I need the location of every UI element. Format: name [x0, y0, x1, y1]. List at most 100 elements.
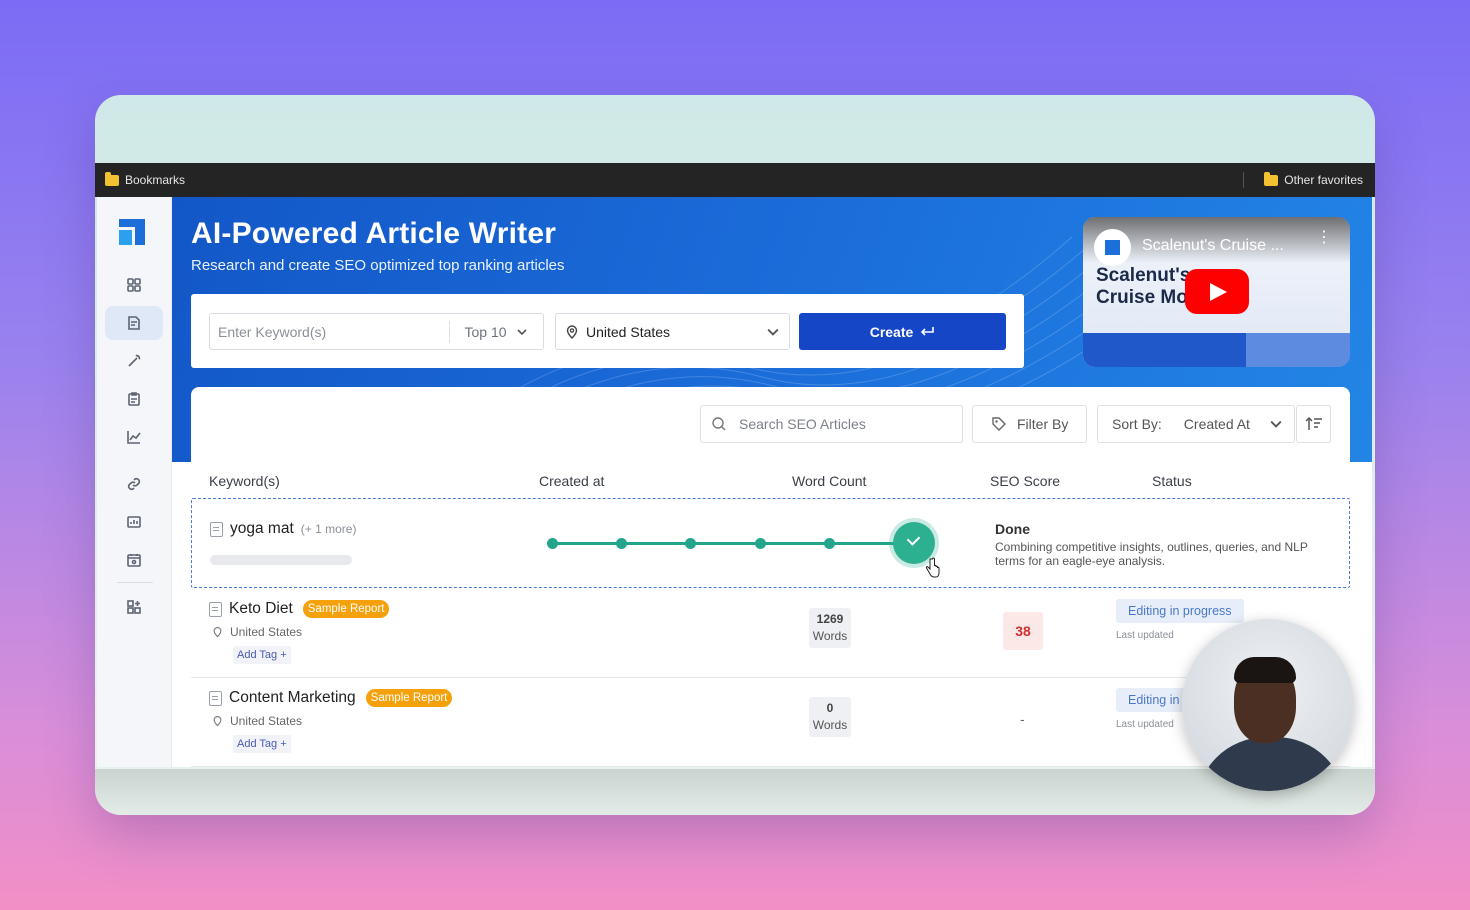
line-chart-icon — [127, 431, 141, 444]
top-results-select[interactable]: Top 10 — [450, 324, 544, 340]
keyword-name[interactable]: Content Marketing — [229, 689, 356, 707]
magic-wand-icon — [128, 354, 141, 367]
column-header-keywords[interactable]: Keyword(s) — [209, 473, 280, 489]
seo-score-badge: 38 — [1003, 612, 1043, 650]
more-options-icon[interactable]: ⋮ — [1316, 230, 1332, 246]
tutorial-video[interactable]: Scalenut's Cruise Mo Scalenut's Cruise .… — [1083, 217, 1350, 367]
table-row[interactable]: Keto Diet Sample Report United States Ad… — [191, 590, 1350, 678]
page-title: AI-Powered Article Writer — [191, 217, 557, 250]
sort-order-button[interactable] — [1296, 405, 1331, 443]
sidebar-item-analytics[interactable] — [105, 420, 163, 454]
calendar-icon — [127, 554, 141, 567]
sort-by-value: Created At — [1183, 416, 1250, 432]
other-favorites-folder[interactable]: Other favorites — [1243, 171, 1363, 188]
word-count-badge: 0 Words — [809, 697, 851, 737]
keyword-cell: Keto Diet Sample Report — [209, 600, 390, 618]
sidebar-item-calendar[interactable] — [105, 543, 163, 577]
sidebar-item-reports[interactable] — [105, 505, 163, 539]
keyword-more-count: (+ 1 more) — [300, 522, 357, 536]
bookmarks-label: Bookmarks — [125, 173, 186, 187]
create-button[interactable]: Create — [799, 313, 1006, 350]
progress-step-dot — [755, 538, 766, 549]
sidebar-divider — [117, 582, 153, 583]
chevron-down-icon — [1270, 420, 1282, 428]
sidebar-item-dashboard[interactable] — [105, 268, 163, 302]
sidebar-item-links[interactable] — [105, 467, 163, 501]
location-pin-icon — [213, 627, 222, 638]
column-header-status[interactable]: Status — [1152, 473, 1192, 489]
video-thumb-footer-accent — [1246, 333, 1350, 367]
table-row-processing[interactable]: yoga mat (+ 1 more) Done Combining compe… — [191, 498, 1350, 588]
bookmarks-folder[interactable]: Bookmarks — [105, 171, 186, 187]
youtube-play-icon[interactable] — [1185, 269, 1249, 314]
status-badge[interactable]: Editing in progress — [1116, 599, 1244, 623]
sidebar — [97, 197, 172, 767]
create-button-label: Create — [869, 323, 914, 340]
video-title[interactable]: Scalenut's Cruise ... — [1142, 237, 1284, 255]
sidebar-item-ai-tools[interactable] — [105, 344, 163, 378]
location-value: United States — [586, 323, 671, 340]
apps-add-icon — [127, 600, 141, 614]
progress-step-dot — [547, 538, 558, 549]
sort-descending-icon — [1304, 416, 1322, 430]
create-article-form: Top 10 United States Create — [191, 294, 1024, 368]
scalenut-logo[interactable] — [119, 219, 145, 245]
add-tag-button[interactable]: Add Tag + — [233, 646, 291, 664]
column-header-word-count[interactable]: Word Count — [792, 473, 866, 489]
row-location: United States — [213, 714, 302, 728]
search-articles-input[interactable] — [739, 416, 939, 432]
progress-step-dot — [616, 538, 627, 549]
presenter-webcam-overlay — [1182, 619, 1354, 791]
search-articles-box — [700, 405, 963, 443]
articles-panel: Filter By Sort By: Created At Keyword(s)… — [191, 387, 1350, 767]
hand-cursor-icon — [925, 557, 940, 578]
sort-by-select[interactable]: Sort By: Created At — [1097, 405, 1295, 443]
progress-track — [552, 542, 914, 545]
sidebar-item-clipboard[interactable] — [105, 382, 163, 416]
enter-arrow-icon — [921, 326, 935, 336]
bookmarks-divider — [1243, 172, 1245, 188]
edit-document-icon — [128, 316, 140, 330]
keyword-cell: Content Marketing Sample Report — [209, 689, 453, 707]
channel-avatar[interactable] — [1094, 229, 1131, 266]
keyword-name[interactable]: Keto Diet — [229, 600, 293, 618]
link-icon — [127, 477, 141, 491]
progress-step-dot — [685, 538, 696, 549]
sample-report-badge: Sample Report — [302, 600, 390, 618]
other-favorites-label: Other favorites — [1284, 173, 1363, 187]
report-icon — [127, 516, 141, 528]
video-thumbnail-text: Scalenut's Cruise Mo — [1096, 265, 1191, 308]
column-header-created-at[interactable]: Created at — [539, 473, 604, 489]
sidebar-item-apps[interactable] — [105, 590, 163, 624]
location-pin-icon — [566, 324, 578, 339]
last-updated-label: Last updated — [1116, 719, 1174, 730]
filter-by-button[interactable]: Filter By — [972, 405, 1087, 443]
filter-by-label: Filter By — [1017, 416, 1069, 432]
add-tag-button[interactable]: Add Tag + — [233, 735, 291, 753]
keyword-name[interactable]: yoga mat — [230, 520, 294, 538]
seo-score-empty: - — [1020, 711, 1025, 727]
sidebar-item-article-writer[interactable] — [105, 306, 163, 340]
sort-by-label: Sort By: — [1112, 416, 1162, 432]
location-select[interactable]: United States — [555, 313, 790, 350]
keyword-input[interactable] — [210, 314, 449, 349]
keyword-input-group: Top 10 — [209, 313, 544, 350]
presenter-shirt — [1196, 737, 1346, 791]
bookmarks-bar: Bookmarks Other favorites — [95, 163, 1375, 197]
status-done-description: Combining competitive insights, outlines… — [995, 540, 1308, 568]
folder-icon — [1264, 171, 1279, 186]
sample-report-badge: Sample Report — [365, 689, 453, 707]
location-pin-icon — [213, 716, 222, 727]
row-location: United States — [213, 625, 302, 639]
column-header-seo-score[interactable]: SEO Score — [990, 473, 1060, 489]
last-updated-label: Last updated — [1116, 630, 1174, 641]
status-badge[interactable]: Editing in — [1116, 688, 1192, 712]
frame-bottom-bar — [95, 769, 1375, 815]
folder-icon — [105, 171, 119, 186]
tag-icon — [992, 417, 1006, 431]
word-count-badge: 1269 Words — [809, 608, 851, 648]
grid-icon — [127, 278, 141, 292]
loading-skeleton — [210, 555, 352, 565]
page-subtitle: Research and create SEO optimized top ra… — [191, 257, 565, 274]
table-row[interactable]: Content Marketing Sample Report United S… — [191, 679, 1350, 767]
